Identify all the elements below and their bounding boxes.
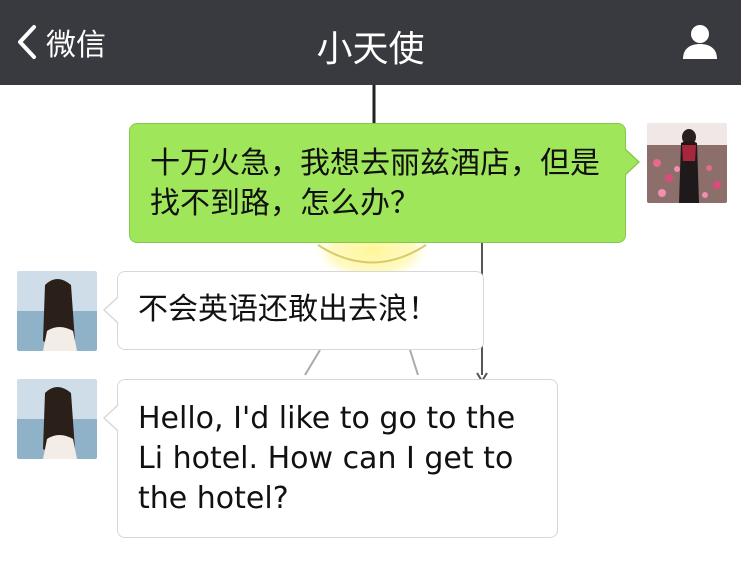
nav-bar: 微信 小天使 bbox=[0, 0, 741, 85]
contact-avatar[interactable] bbox=[17, 379, 97, 459]
message-text: 十万火急，我想去丽兹酒店，但是找不到路，怎么办？ bbox=[150, 146, 600, 221]
contact-avatar[interactable] bbox=[17, 271, 97, 351]
message-bubble-received[interactable]: Hello, I'd like to go to the Li hotel. H… bbox=[103, 379, 558, 538]
message-bubble-received[interactable]: 不会英语还敢出去浪！ bbox=[103, 271, 484, 350]
chat-area[interactable]: 十万火急，我想去丽兹酒店，但是找不到路，怎么办？ 不会英语还敢出去浪！ Hell… bbox=[0, 85, 741, 570]
my-avatar[interactable] bbox=[647, 123, 727, 203]
message-text: Hello, I'd like to go to the Li hotel. H… bbox=[138, 401, 516, 516]
message-text: 不会英语还敢出去浪！ bbox=[138, 292, 438, 327]
chat-title: 小天使 bbox=[316, 29, 425, 70]
user-icon[interactable] bbox=[681, 22, 719, 60]
message-bubble-sent[interactable]: 十万火急，我想去丽兹酒店，但是找不到路，怎么办？ bbox=[129, 123, 640, 243]
